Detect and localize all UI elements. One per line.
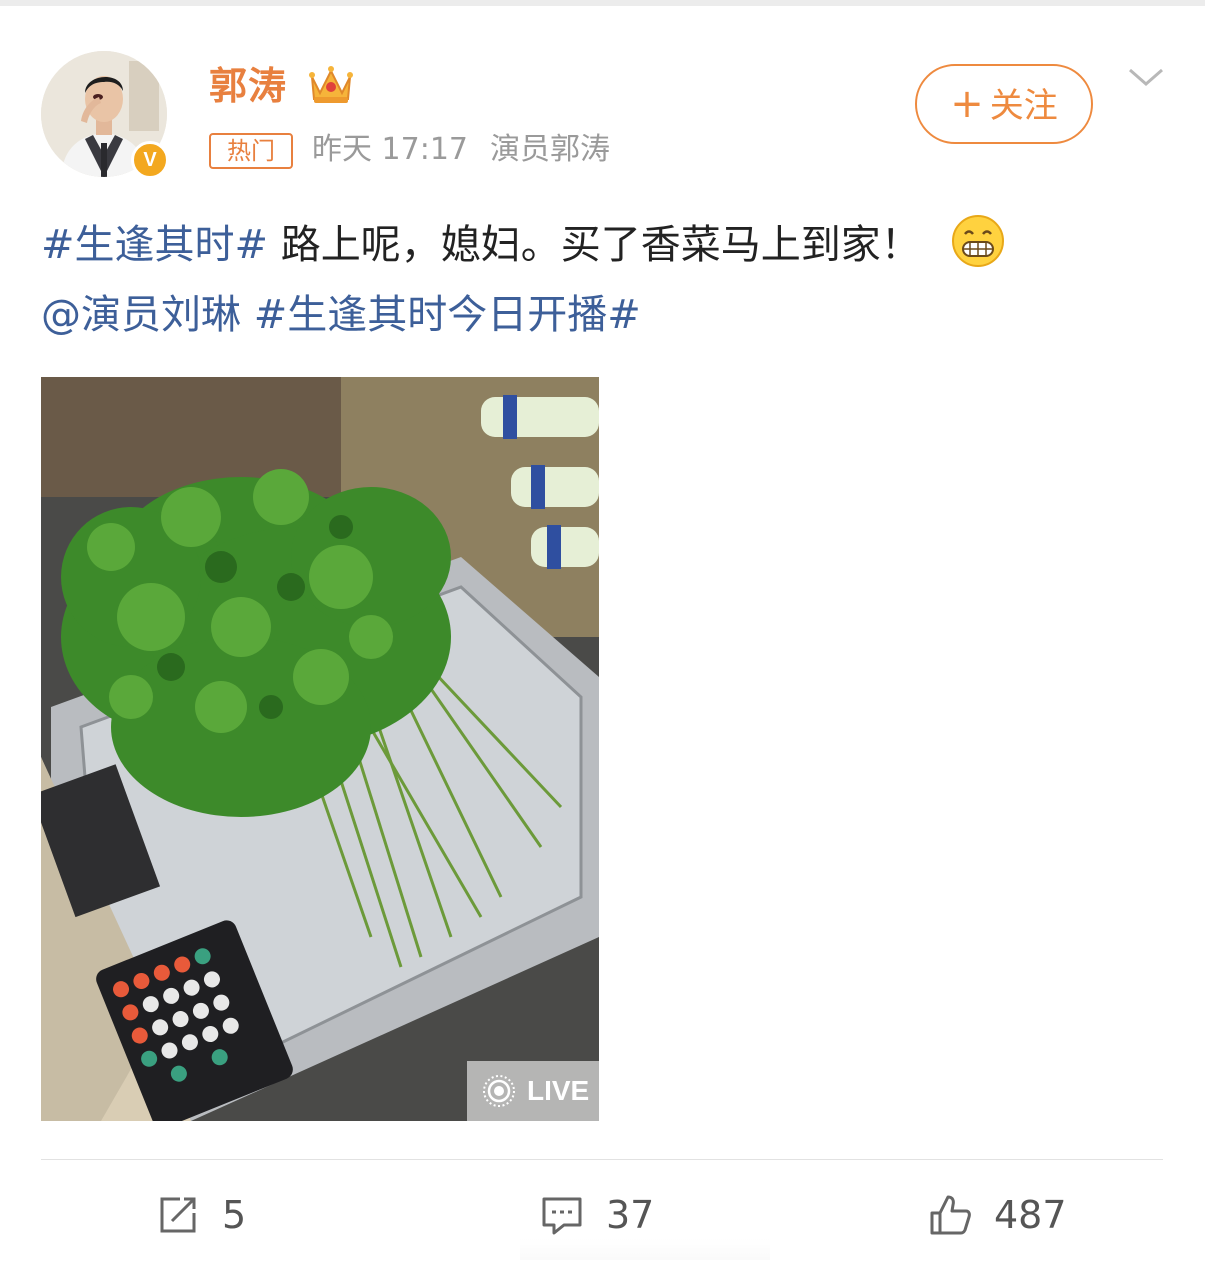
crown-icon[interactable] xyxy=(308,63,354,107)
repost-button[interactable]: 5 xyxy=(156,1180,246,1250)
bottom-fade xyxy=(520,1238,770,1260)
follow-label: 关注 xyxy=(989,86,1058,126)
hashtag-link-2[interactable]: #生逢其时今日开播# xyxy=(254,292,641,338)
live-badge[interactable]: LIVE xyxy=(467,1061,599,1121)
follow-button[interactable]: + 关注 xyxy=(915,64,1093,144)
post-photo[interactable] xyxy=(41,377,599,1121)
post-meta: 昨天 17:17 演员郭涛 xyxy=(312,129,610,171)
repost-icon xyxy=(160,1197,196,1233)
post-header: V 郭涛 热门 昨天 17:17 演员郭涛 + 关注 xyxy=(0,0,1205,190)
like-count: 487 xyxy=(994,1193,1067,1237)
chevron-down-icon[interactable] xyxy=(1126,62,1166,92)
live-label: LIVE xyxy=(527,1075,590,1106)
repost-count: 5 xyxy=(222,1193,247,1237)
thumbs-up-icon xyxy=(930,1195,971,1235)
username[interactable]: 郭涛 xyxy=(209,62,287,110)
post-text: #生逢其时# 路上呢，媳妇。买了香菜马上到家！ @演员刘琳 #生逢其时今日开播# xyxy=(41,210,1171,350)
plus-icon: + xyxy=(950,81,984,127)
comment-count: 37 xyxy=(606,1193,655,1237)
post-time: 昨天 17:17 xyxy=(312,132,468,167)
like-button[interactable]: 487 xyxy=(928,1180,1067,1250)
post-body: 路上呢，媳妇。买了香菜马上到家！ xyxy=(268,222,921,268)
grin-emoji-icon xyxy=(951,215,1004,267)
hashtag-link[interactable]: #生逢其时# xyxy=(41,222,268,268)
divider xyxy=(41,1159,1163,1160)
comment-icon xyxy=(542,1197,582,1235)
post-source: 演员郭涛 xyxy=(490,132,610,167)
mention-link[interactable]: @演员刘琳 xyxy=(41,292,241,338)
verified-icon: V xyxy=(131,141,169,179)
live-photo-icon xyxy=(483,1075,515,1107)
hot-badge: 热门 xyxy=(209,133,293,169)
